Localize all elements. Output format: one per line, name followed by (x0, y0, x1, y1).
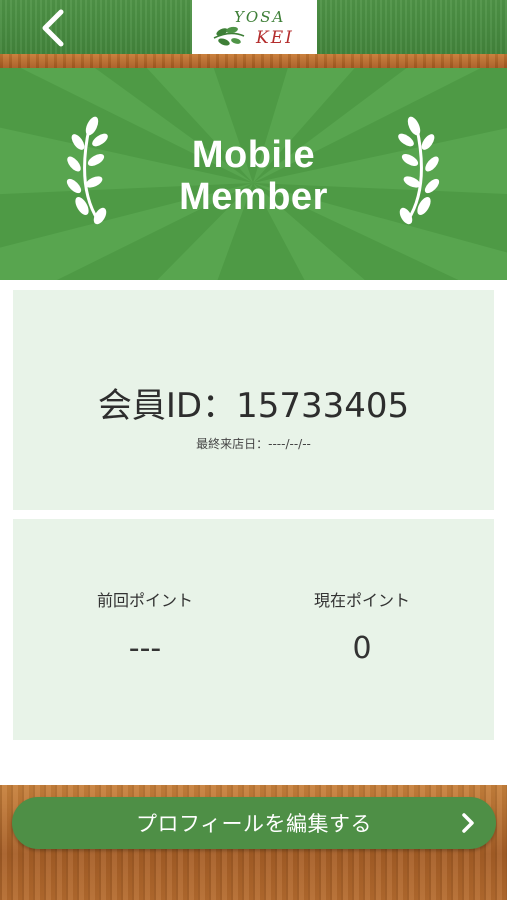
member-id: 会員ID：15733405 (13, 386, 494, 426)
back-button[interactable] (30, 6, 76, 50)
last-visit-label: 最終来店日： (196, 437, 269, 451)
logo-text-bottom: KEI (255, 28, 294, 48)
main-content: 会員ID：15733405 最終来店日：----/--/-- 前回ポイント --… (0, 280, 507, 785)
logo-text-top: YOSA (234, 8, 285, 26)
member-id-panel: 会員ID：15733405 最終来店日：----/--/-- (13, 290, 494, 510)
last-visit: 最終来店日：----/--/-- (13, 435, 494, 452)
edit-profile-label: プロフィールを編集する (135, 812, 373, 836)
bottom-bar: プロフィールを編集する (0, 785, 507, 900)
points-panel: 前回ポイント --- 現在ポイント 0 (13, 519, 494, 740)
top-bar: YOSA KEI (0, 0, 507, 68)
previous-points: 前回ポイント --- (55, 591, 235, 667)
current-points: 現在ポイント 0 (272, 591, 452, 667)
member-banner: Mobile Member (0, 68, 507, 280)
member-id-value: 15733405 (236, 386, 410, 426)
previous-points-value: --- (128, 631, 162, 666)
banner-title-line1: Mobile (191, 134, 316, 176)
current-points-value: 0 (352, 631, 372, 666)
chevron-right-icon (462, 813, 474, 833)
previous-points-label: 前回ポイント (96, 591, 193, 610)
banner-title: Mobile Member (0, 134, 507, 218)
chevron-left-icon (42, 9, 64, 47)
brand-logo: YOSA KEI (192, 0, 317, 54)
current-points-label: 現在ポイント (313, 591, 410, 610)
banner-title-line2: Member (179, 176, 328, 218)
member-id-label: 会員ID： (97, 386, 237, 426)
wood-strip (0, 54, 507, 68)
edit-profile-button[interactable]: プロフィールを編集する (12, 797, 496, 849)
last-visit-value: ----/--/-- (268, 437, 311, 451)
